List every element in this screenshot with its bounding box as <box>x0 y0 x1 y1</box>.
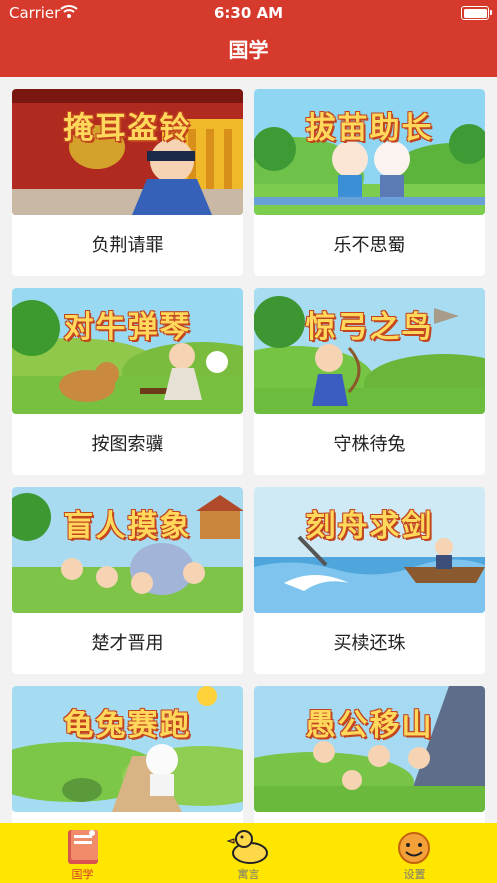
story-thumbnail[interactable]: 惊弓之鸟 <box>254 288 485 414</box>
story-card[interactable]: 拔苗助长 乐不思蜀 <box>254 89 485 276</box>
story-card[interactable]: 愚公移山 <box>254 686 485 823</box>
tab-bar: 国学 寓言 设置 <box>0 823 497 883</box>
tab-guoxue[interactable]: 国学 <box>0 823 165 883</box>
thumbnail-title: 对牛弹琴 <box>63 310 192 345</box>
story-card[interactable]: 对牛弹琴 按图索骥 <box>12 288 243 475</box>
story-title: 负荆请罪 <box>91 235 164 256</box>
story-card[interactable]: 龟兔赛跑 <box>12 686 243 823</box>
story-thumbnail[interactable]: 掩耳盗铃 <box>12 89 243 215</box>
story-thumbnail[interactable]: 愚公移山 <box>254 686 485 812</box>
status-time: 6:30 AM <box>213 4 284 22</box>
status-bar: Carrier 6:30 AM <box>0 0 497 27</box>
story-title: 乐不思蜀 <box>333 235 406 256</box>
battery-icon <box>461 6 492 20</box>
thumbnail-title: 惊弓之鸟 <box>305 310 434 345</box>
story-card[interactable]: 盲人摸象 楚才晋用 <box>12 487 243 674</box>
tab-label: 设置 <box>403 868 426 881</box>
duck-icon <box>166 827 331 865</box>
tab-label: 寓言 <box>237 868 260 881</box>
story-thumbnail[interactable]: 龟兔赛跑 <box>12 686 243 812</box>
story-title: 买椟还珠 <box>333 633 406 654</box>
thumbnail-title: 拔苗助长 <box>305 111 434 146</box>
story-grid[interactable]: 掩耳盗铃 负荆请罪 拔苗助长 乐不思蜀 对牛弹琴 按图索骥 惊弓之鸟 守株待兔 … <box>0 77 497 823</box>
story-card[interactable]: 刻舟求剑 买椟还珠 <box>254 487 485 674</box>
story-card[interactable]: 掩耳盗铃 负荆请罪 <box>12 89 243 276</box>
story-thumbnail[interactable]: 刻舟求剑 <box>254 487 485 613</box>
face-icon <box>332 827 497 865</box>
page-title: 国学 <box>228 38 269 62</box>
story-title: 楚才晋用 <box>91 633 164 654</box>
story-title: 守株待兔 <box>333 434 406 455</box>
tab-label: 国学 <box>71 868 94 881</box>
story-title <box>12 812 243 823</box>
tab-settings[interactable]: 设置 <box>332 823 497 883</box>
story-card[interactable]: 惊弓之鸟 守株待兔 <box>254 288 485 475</box>
book-icon <box>0 827 165 865</box>
thumbnail-title: 愚公移山 <box>305 708 434 743</box>
thumbnail-title: 刻舟求剑 <box>305 509 434 544</box>
nav-bar: 国学 <box>0 27 497 77</box>
story-thumbnail[interactable]: 盲人摸象 <box>12 487 243 613</box>
thumbnail-title: 龟兔赛跑 <box>63 708 192 743</box>
story-title <box>254 812 485 823</box>
thumbnail-title: 掩耳盗铃 <box>63 111 192 146</box>
story-thumbnail[interactable]: 对牛弹琴 <box>12 288 243 414</box>
tab-yuyan[interactable]: 寓言 <box>166 823 331 883</box>
story-thumbnail[interactable]: 拔苗助长 <box>254 89 485 215</box>
thumbnail-title: 盲人摸象 <box>63 509 192 544</box>
story-title: 按图索骥 <box>91 434 164 455</box>
